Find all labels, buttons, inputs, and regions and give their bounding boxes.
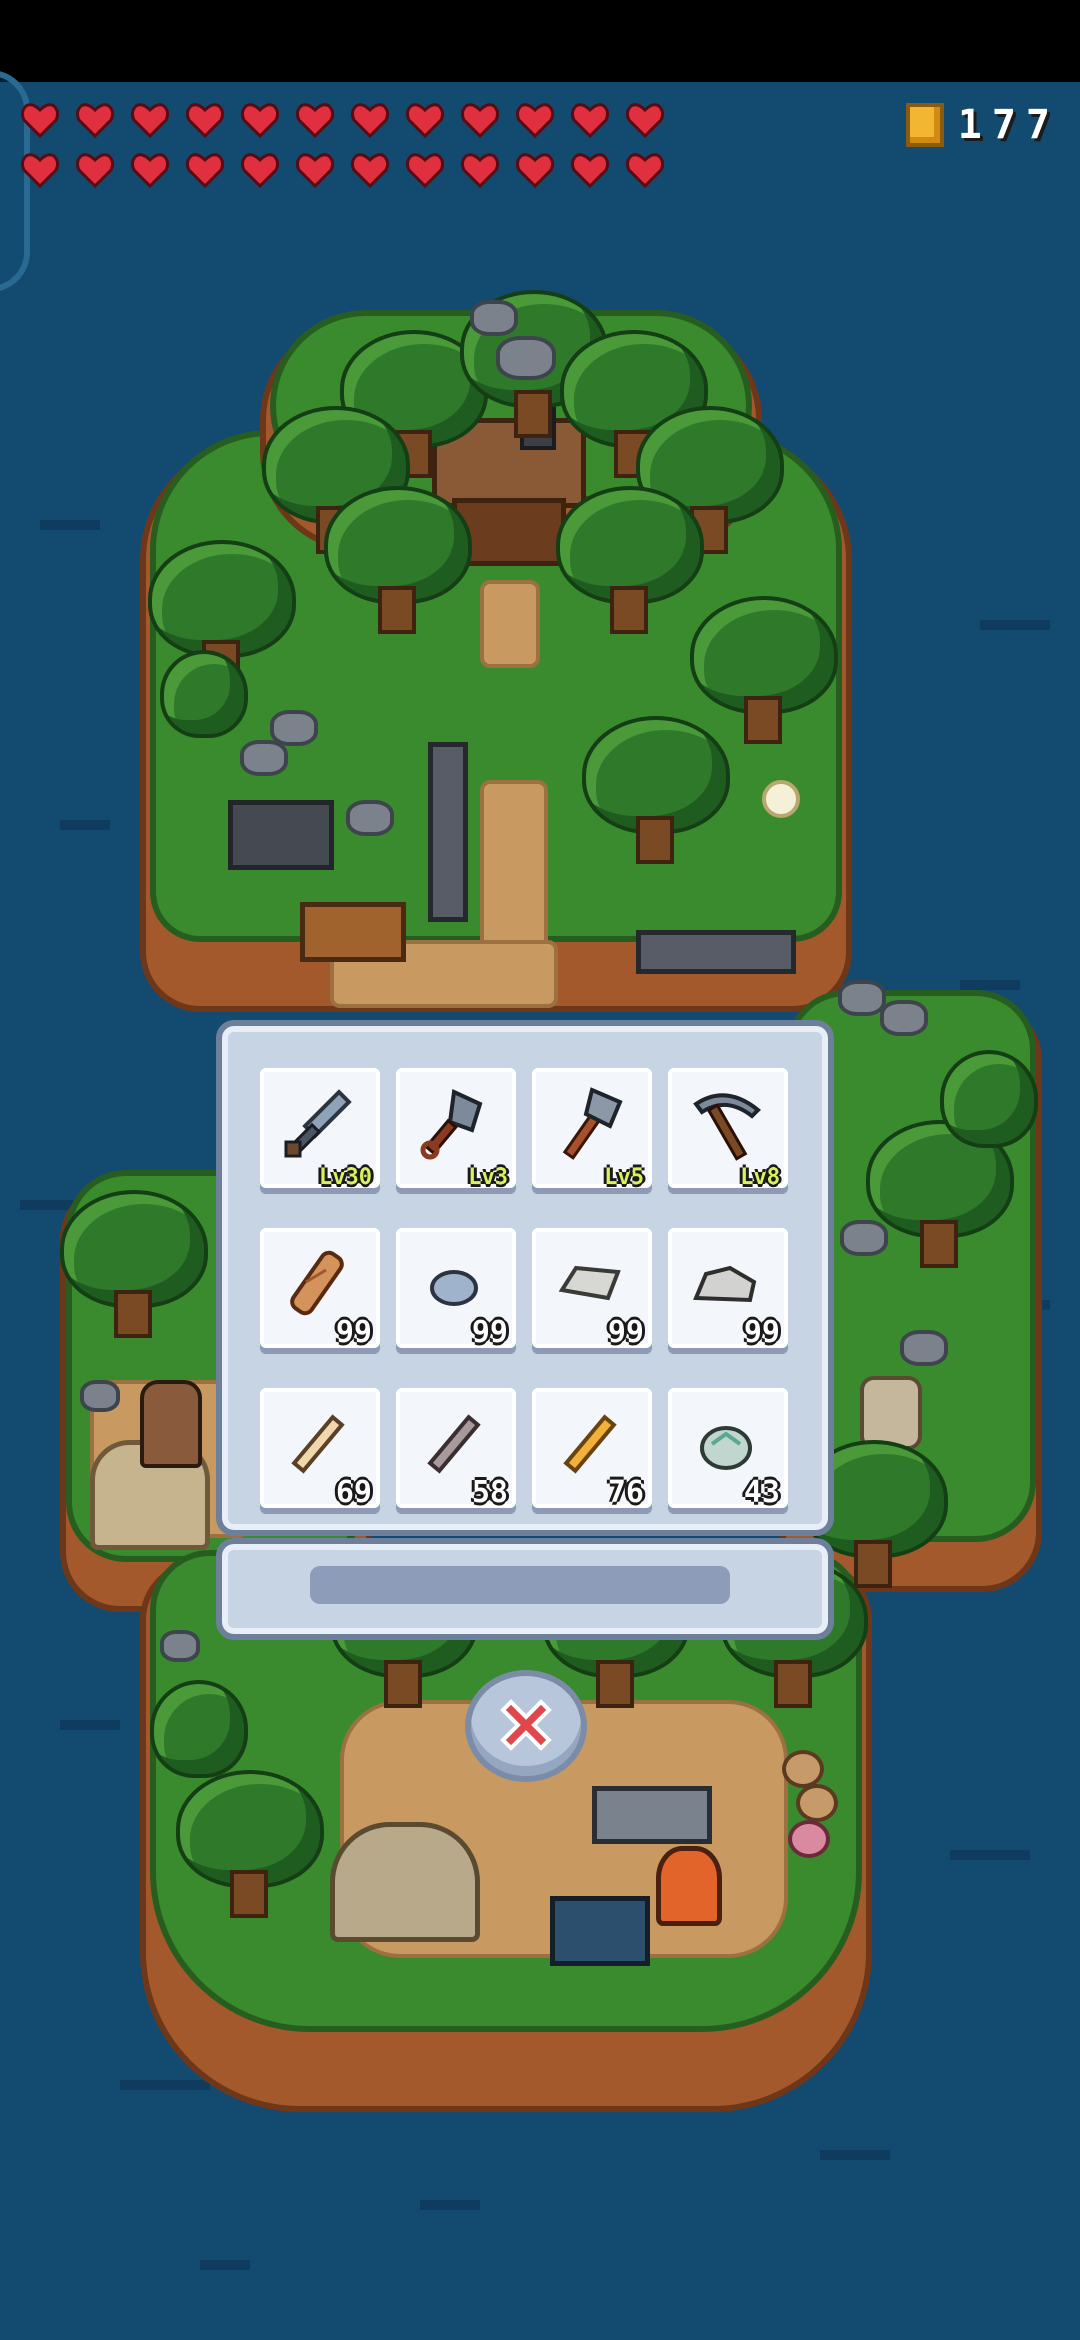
gold-bone-icon [563, 1414, 617, 1474]
slot-sword[interactable]: Lv30 [260, 1068, 380, 1190]
heart-icon [570, 103, 610, 139]
item-count: 99 [607, 1315, 644, 1350]
heart-icon [295, 103, 335, 139]
close-button[interactable] [465, 1670, 587, 1782]
heart-icon [240, 153, 280, 189]
item-count: 99 [471, 1315, 508, 1350]
heart-icon [295, 153, 335, 189]
heart-icon [185, 103, 225, 139]
heart-icon [460, 103, 500, 139]
stone-wall [428, 742, 468, 922]
crystal-ore-icon [700, 1426, 752, 1470]
close-icon [500, 1699, 552, 1751]
heart-icon [515, 103, 555, 139]
item-count: 99 [743, 1315, 780, 1350]
mine-entrance [228, 800, 334, 870]
heart-icon [75, 153, 115, 189]
coin-icon [905, 103, 944, 147]
campfire [656, 1846, 722, 1926]
slot-iron-ingot[interactable]: 99 [532, 1228, 652, 1350]
bone-icon [291, 1414, 345, 1474]
slot-axe[interactable]: Lv5 [532, 1068, 652, 1190]
item-count: 58 [471, 1475, 508, 1510]
heart-icon [20, 103, 60, 139]
heart-icon [515, 153, 555, 189]
villager [140, 1380, 202, 1468]
heart-icon [20, 153, 60, 189]
slot-bone[interactable]: 69 [260, 1388, 380, 1510]
heart-icon [405, 153, 445, 189]
heart-icon [185, 153, 225, 189]
coin-count: 177 [957, 102, 1060, 148]
rock-ore-icon [693, 1265, 757, 1303]
slot-wood-log[interactable]: 99 [260, 1228, 380, 1350]
pickaxe-icon [693, 1093, 761, 1161]
heart-icon [130, 103, 170, 139]
heart-icon [240, 103, 280, 139]
inventory-grid: Lv30 Lv3 Lv5 Lv8 99 99 99 99 69 58 76 43 [260, 1068, 800, 1510]
heart-icon [460, 153, 500, 189]
inventory-panel: Lv30 Lv3 Lv5 Lv8 99 99 99 99 69 58 76 43 [216, 1020, 834, 1536]
level-badge: Lv30 [319, 1165, 372, 1190]
heart-icon [625, 103, 665, 139]
mushroom-creatures [782, 1750, 842, 1860]
progress-panel [216, 1538, 834, 1640]
heart-icon [350, 153, 390, 189]
game-screen: 177 Lv30 Lv3 Lv5 Lv8 99 99 99 99 69 58 7… [0, 0, 1080, 2340]
slot-pickaxe[interactable]: Lv8 [668, 1068, 788, 1190]
level-badge: Lv5 [604, 1165, 644, 1190]
crafting-table [550, 1896, 650, 1966]
anvil [592, 1786, 712, 1844]
progress-bar [310, 1566, 730, 1604]
wood-log-icon [290, 1250, 344, 1316]
heart-icon [75, 103, 115, 139]
stone-wall [636, 930, 796, 974]
tent [330, 1822, 480, 1942]
level-badge: Lv3 [468, 1165, 508, 1190]
level-badge: Lv8 [740, 1165, 780, 1190]
item-count: 69 [335, 1475, 372, 1510]
slot-crystal-ore[interactable]: 43 [668, 1388, 788, 1510]
axe-icon [562, 1087, 623, 1160]
dark-bone-icon [427, 1414, 481, 1474]
heart-icon [625, 153, 665, 189]
slot-rock-ore[interactable]: 99 [668, 1228, 788, 1350]
item-count: 99 [335, 1315, 372, 1350]
stone-golem [860, 1376, 922, 1450]
sword-icon [284, 1089, 352, 1158]
shovel-icon [420, 1089, 483, 1160]
heart-icon [405, 103, 445, 139]
slot-shovel[interactable]: Lv3 [396, 1068, 516, 1190]
iron-ingot-icon [558, 1265, 621, 1301]
coin-counter: 177 [905, 102, 1060, 148]
flower [762, 780, 800, 818]
item-count: 43 [743, 1475, 780, 1510]
slot-stone[interactable]: 99 [396, 1228, 516, 1350]
heart-icon [570, 153, 610, 189]
slot-dark-bone[interactable]: 58 [396, 1388, 516, 1510]
heart-icon [130, 153, 170, 189]
health-hearts [20, 100, 680, 190]
slot-gold-bone[interactable]: 76 [532, 1388, 652, 1510]
heart-icon [350, 103, 390, 139]
stone-icon [430, 1270, 478, 1306]
status-bar [0, 0, 1080, 82]
item-count: 76 [607, 1475, 644, 1510]
wooden-gate [300, 902, 406, 962]
